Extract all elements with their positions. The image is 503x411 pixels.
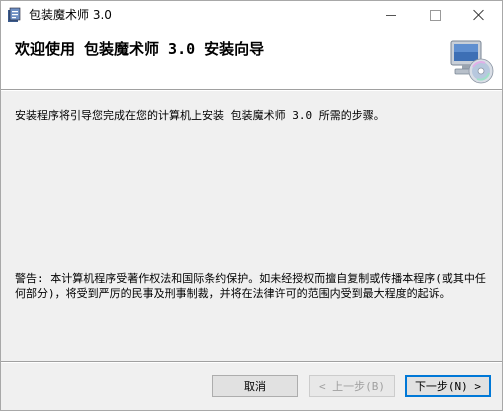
cancel-button[interactable]: 取消 [212, 375, 298, 397]
minimize-button[interactable] [369, 1, 413, 29]
computer-disc-icon [450, 40, 494, 84]
page-title: 欢迎使用 包装魔术师 3.0 安装向导 [15, 40, 265, 58]
intro-text: 安装程序将引导您完成在您的计算机上安装 包装魔术师 3.0 所需的步骤。 [15, 109, 385, 122]
next-button[interactable]: 下一步(N) > [405, 375, 491, 397]
window-title: 包装魔术师 3.0 [29, 8, 112, 22]
maximize-button[interactable] [413, 1, 457, 29]
installer-app-icon [8, 7, 21, 22]
title-bar: 包装魔术师 3.0 [1, 1, 502, 29]
wizard-header: 欢迎使用 包装魔术师 3.0 安装向导 [1, 29, 502, 89]
close-icon [473, 9, 485, 21]
back-button[interactable]: < 上一步(B) [309, 375, 395, 397]
header-divider-highlight [1, 90, 502, 91]
installer-window: 包装魔术师 3.0 欢迎使用 包装魔术师 3.0 安装向导 安装程序将引导您完成… [0, 0, 503, 411]
footer-divider-highlight [1, 362, 502, 363]
minimize-icon [386, 14, 396, 16]
copyright-warning: 警告: 本计算机程序受著作权法和国际条约保护。如未经授权而擅自复制或传播本程序(… [15, 272, 486, 300]
maximize-icon [429, 9, 441, 21]
close-button[interactable] [457, 1, 501, 29]
